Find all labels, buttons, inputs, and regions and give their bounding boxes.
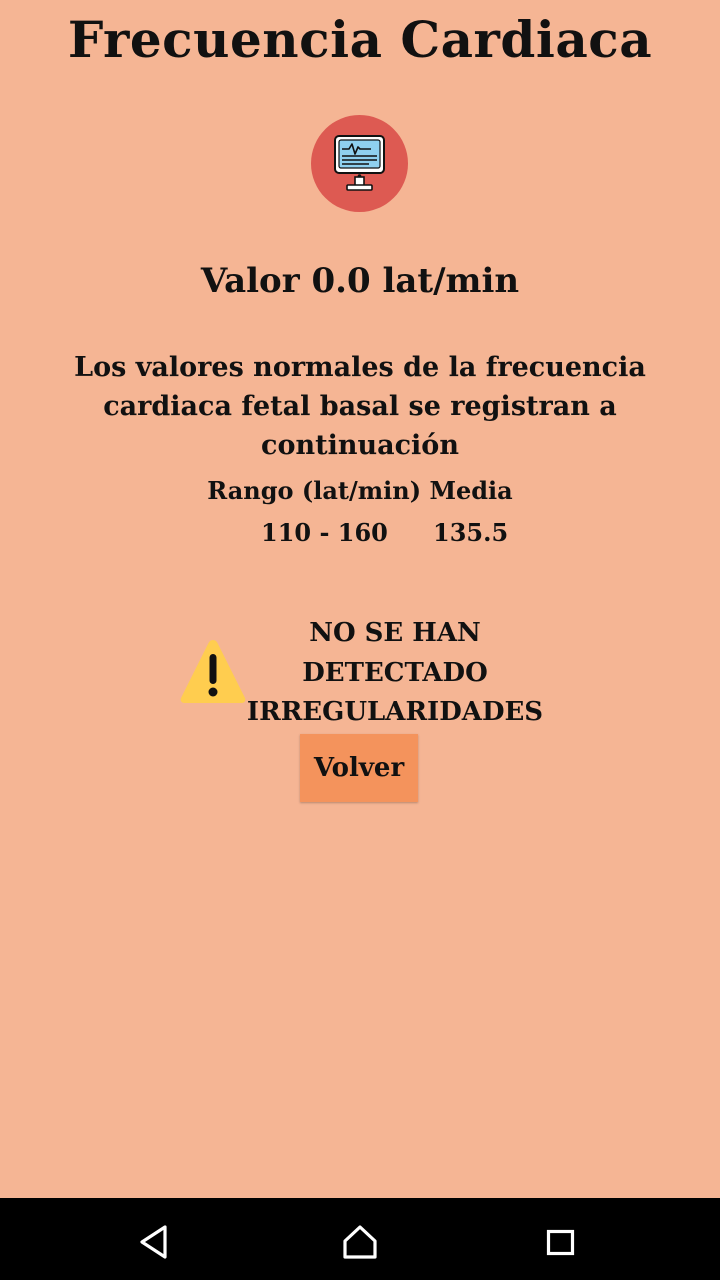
warning-icon bbox=[178, 636, 248, 706]
range-table-header: Rango (lat/min) Media bbox=[207, 476, 513, 505]
value-label: Valor bbox=[200, 261, 300, 301]
mean-value: 135.5 bbox=[433, 518, 509, 547]
range-value: 110 - 160 bbox=[261, 518, 388, 547]
back-button[interactable]: Volver bbox=[300, 734, 418, 802]
android-navigation-bar bbox=[0, 1198, 720, 1280]
value-unit: lat/min bbox=[382, 261, 520, 301]
nav-recents-icon bbox=[546, 1229, 575, 1256]
value-number: 0.0 bbox=[311, 261, 371, 301]
page-title: Frecuencia Cardiaca bbox=[67, 10, 653, 69]
normal-values-description: Los valores normales de la frecuencia ca… bbox=[74, 352, 646, 461]
nav-recents-button[interactable] bbox=[500, 1198, 620, 1280]
monitor-heart-icon bbox=[311, 115, 408, 212]
nav-back-icon bbox=[140, 1225, 167, 1259]
range-table-row: 110 - 160 135.5 bbox=[0, 516, 720, 550]
nav-home-icon bbox=[343, 1225, 377, 1259]
nav-back-button[interactable] bbox=[94, 1198, 214, 1280]
status-message: NO SE HAN DETECTADO IRREGULARIDADES bbox=[246, 618, 544, 727]
heart-rate-value: Valor 0.0 lat/min bbox=[0, 258, 720, 304]
nav-home-button[interactable] bbox=[300, 1198, 420, 1280]
